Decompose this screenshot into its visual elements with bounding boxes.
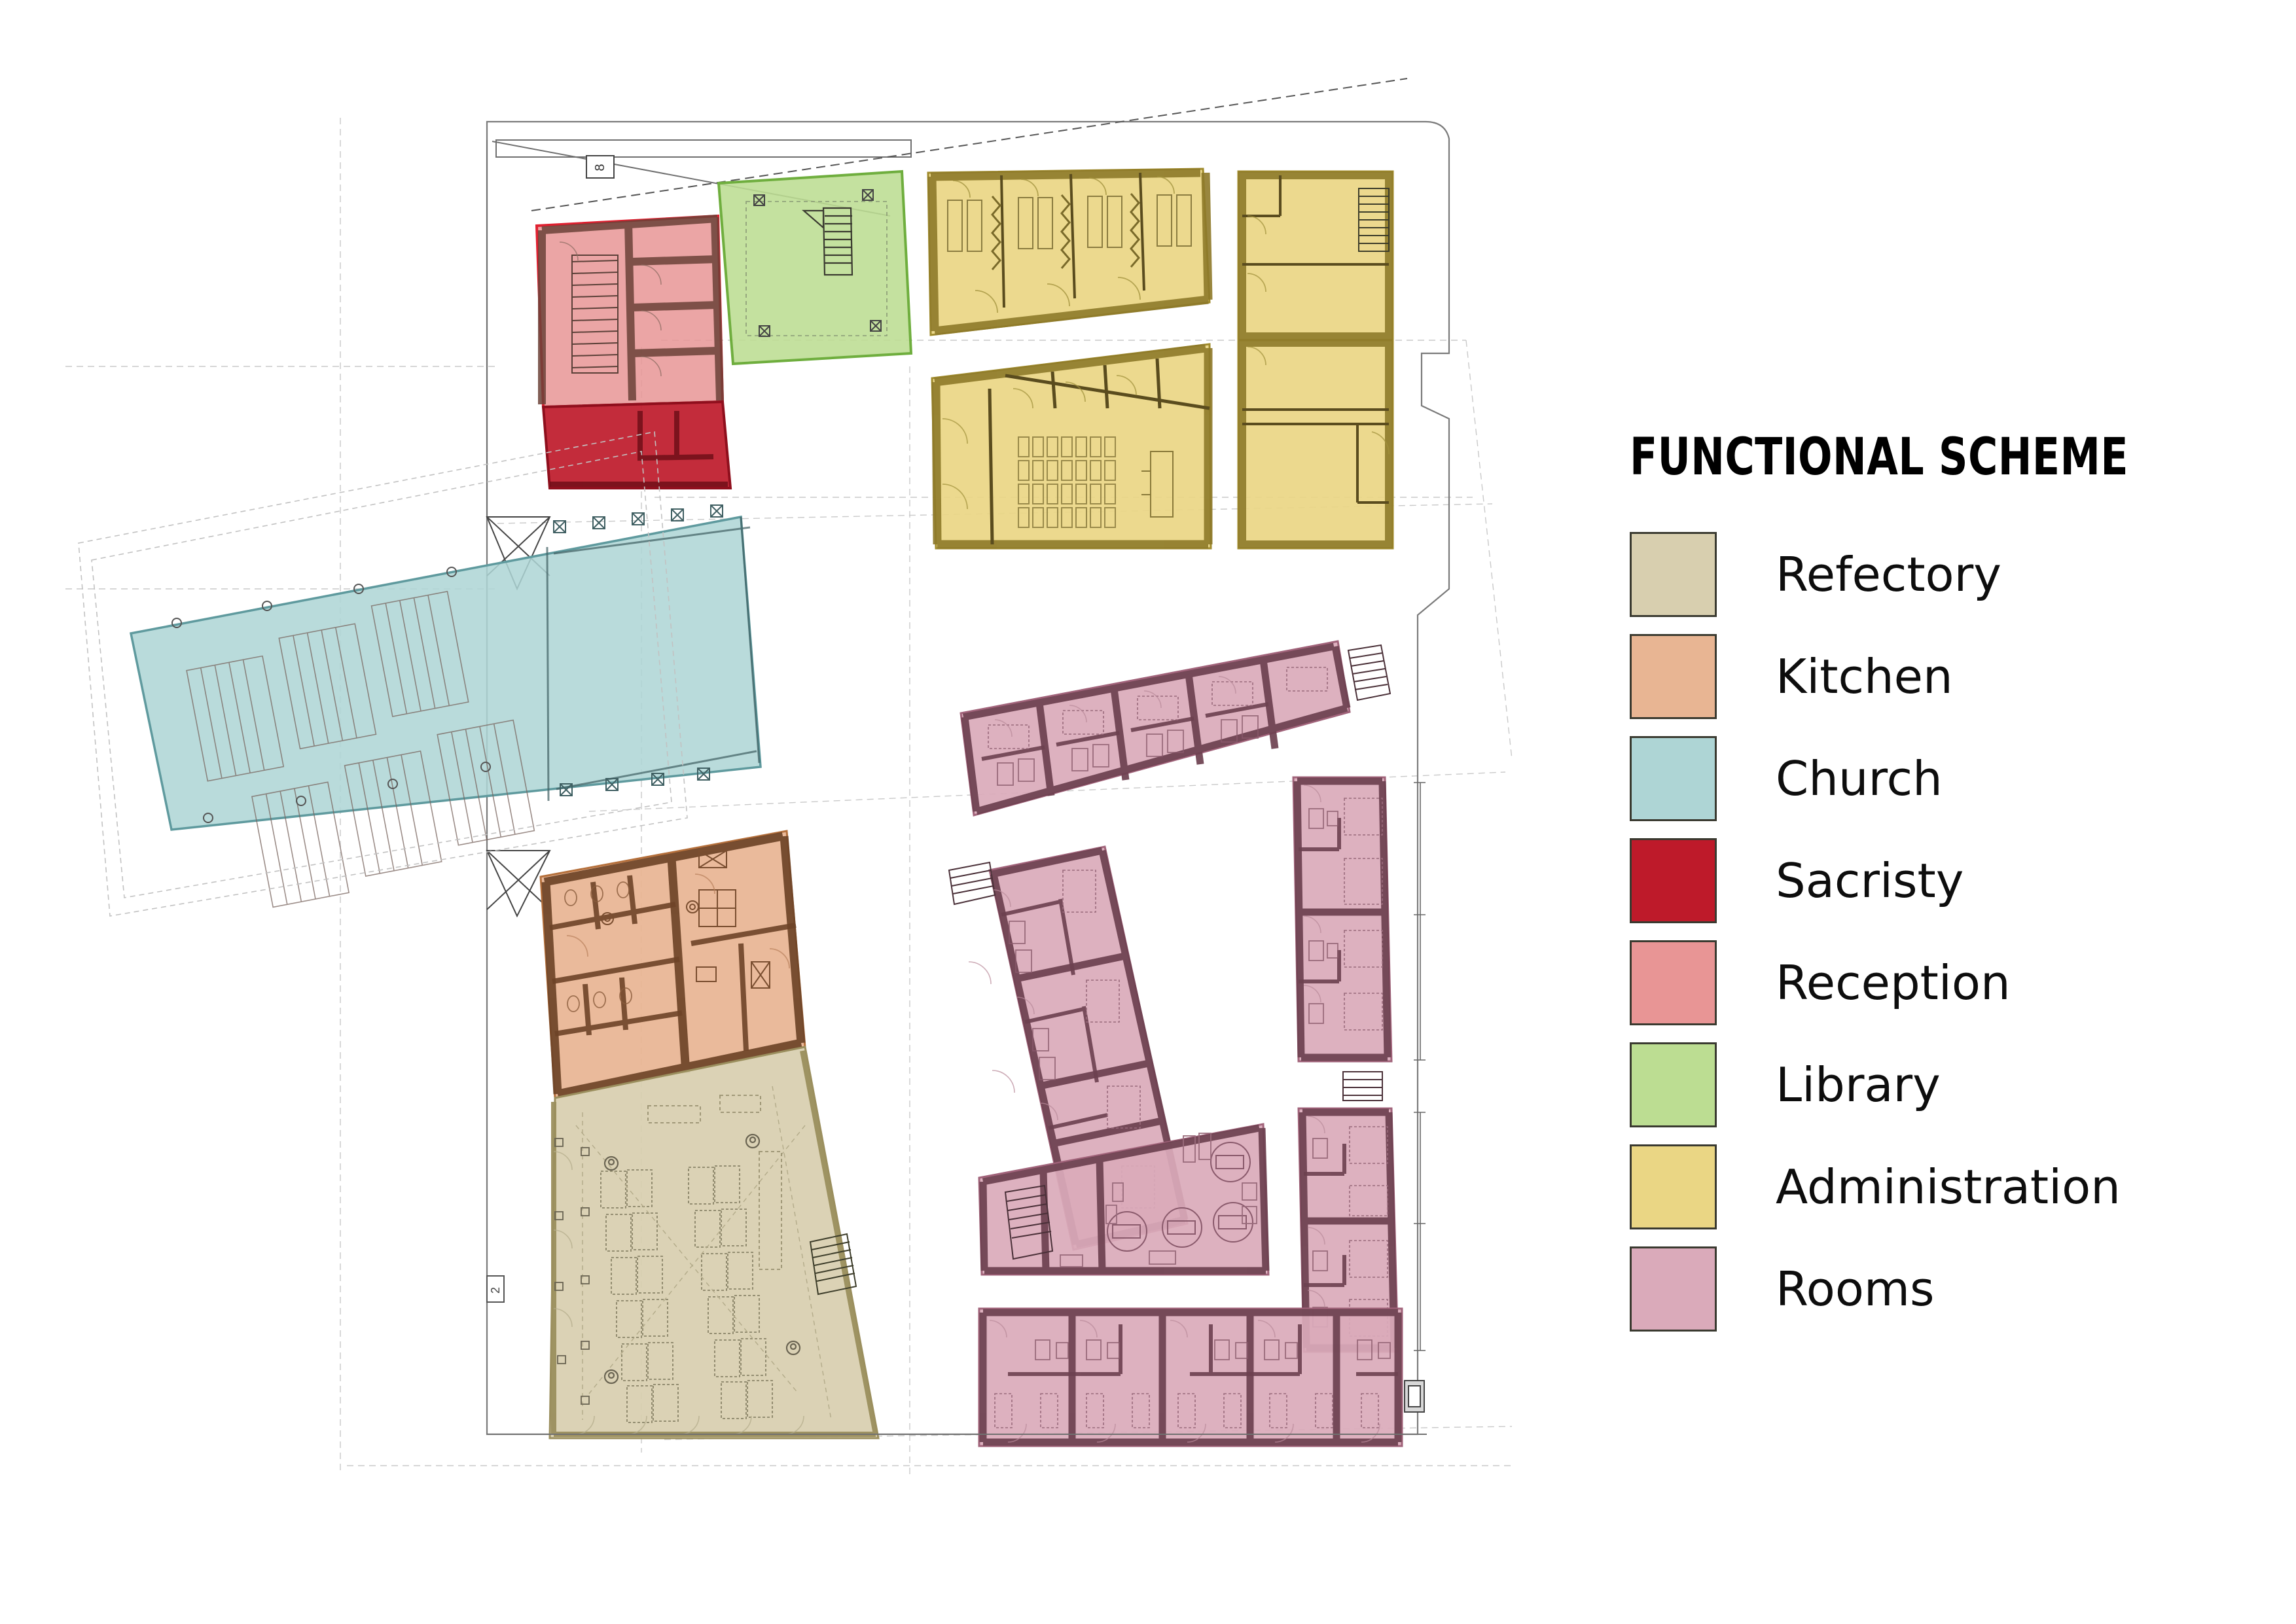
legend-label-library: Library — [1776, 1057, 1941, 1112]
functional-scheme-diagram: 8 2 FUNCTIONAL SCHEME Refectory Kitchen … — [0, 0, 2296, 1624]
rooms-bar4-stair — [1342, 1071, 1383, 1101]
legend-swatch-administration — [1630, 1144, 1717, 1229]
legend: FUNCTIONAL SCHEME Refectory Kitchen Chur… — [1630, 432, 2245, 1340]
zone-reception — [535, 214, 725, 409]
legend-swatch-library — [1630, 1042, 1717, 1127]
legend-item-administration[interactable]: Administration — [1630, 1136, 2245, 1238]
legend-swatch-reception — [1630, 940, 1717, 1025]
legend-swatch-rooms — [1630, 1246, 1717, 1332]
zone-rooms-bar-5 — [978, 1307, 1425, 1447]
room-tag-8: 8 — [586, 155, 615, 179]
legend-swatch-refectory — [1630, 532, 1717, 617]
zone-library — [717, 169, 913, 366]
zone-rooms-bar-3 — [1292, 776, 1393, 1063]
zone-administration-right-upper — [1237, 170, 1394, 342]
legend-swatch-kitchen — [1630, 634, 1717, 719]
svg-text:8: 8 — [593, 164, 607, 171]
floor-plan-drawing: 8 2 — [65, 78, 1513, 1479]
zone-administration-right-lower — [1237, 339, 1394, 550]
legend-item-refectory[interactable]: Refectory — [1630, 523, 2245, 626]
zone-administration-hall — [931, 343, 1213, 550]
legend-swatch-sacristy — [1630, 838, 1717, 923]
legend-item-library[interactable]: Library — [1630, 1034, 2245, 1136]
rooms-bar2-stair — [948, 861, 996, 906]
legend-item-sacristy[interactable]: Sacristy — [1630, 830, 2245, 932]
left-dimension-tag: 2 — [486, 1275, 505, 1303]
legend-label-reception: Reception — [1776, 955, 2011, 1010]
dimension-ticks — [1414, 782, 1426, 1351]
entrance-marker — [1404, 1380, 1425, 1413]
legend-label-church: Church — [1776, 751, 1943, 806]
legend-item-rooms[interactable]: Rooms — [1630, 1238, 2245, 1340]
legend-label-sacristy: Sacristy — [1776, 853, 1964, 908]
legend-swatch-church — [1630, 736, 1717, 821]
legend-item-reception[interactable]: Reception — [1630, 932, 2245, 1034]
legend-title: FUNCTIONAL SCHEME — [1630, 428, 2129, 487]
zone-sacristy — [541, 400, 732, 489]
zone-administration-offices — [927, 168, 1213, 336]
svg-text:2: 2 — [489, 1287, 502, 1294]
legend-label-refectory: Refectory — [1776, 547, 2001, 602]
floor-plan: 8 2 — [0, 0, 1558, 1624]
legend-item-church[interactable]: Church — [1630, 728, 2245, 830]
legend-item-kitchen[interactable]: Kitchen — [1630, 626, 2245, 728]
legend-label-administration: Administration — [1776, 1159, 2121, 1214]
zone-refectory — [548, 1046, 880, 1439]
legend-label-kitchen: Kitchen — [1776, 649, 1953, 704]
rooms-bar1-stair — [1347, 644, 1391, 701]
legend-label-rooms: Rooms — [1776, 1262, 1935, 1316]
